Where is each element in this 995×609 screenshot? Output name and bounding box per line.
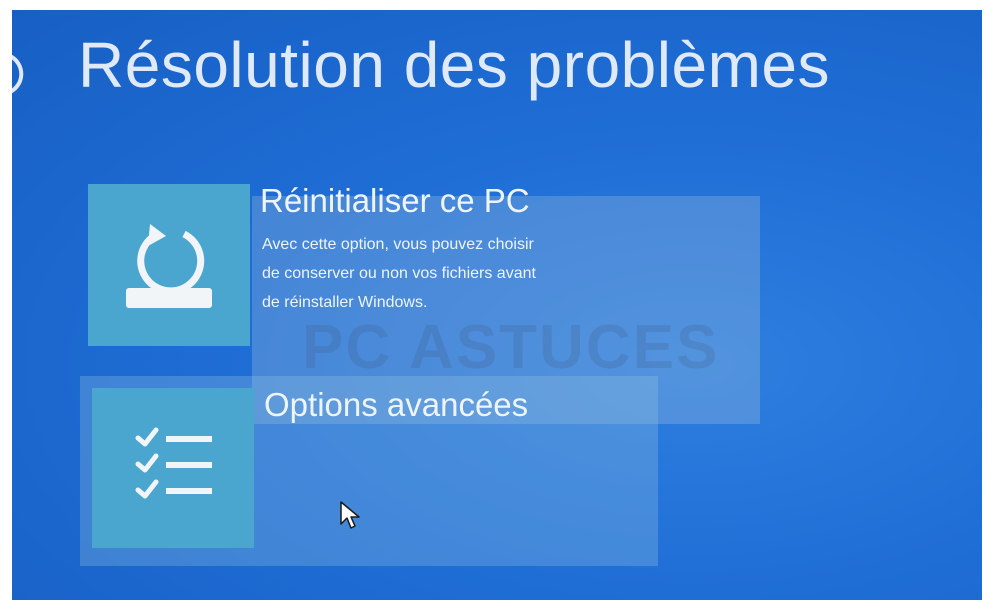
- reset-pc-description-line: de conserver ou non vos fichiers avant: [262, 265, 536, 282]
- checklist-icon: [135, 427, 212, 499]
- back-arrow-icon[interactable]: [12, 52, 32, 96]
- watermark: PC ASTUCES: [302, 313, 720, 382]
- reset-pc-tile[interactable]: [88, 184, 250, 346]
- mouse-cursor-icon: [340, 501, 360, 529]
- page-title: Résolution des problèmes: [78, 29, 830, 101]
- reset-pc-description: Avec cette option, vous pouvez choisir d…: [262, 230, 642, 317]
- advanced-options-title[interactable]: Options avancées: [264, 386, 528, 424]
- advanced-options-tile[interactable]: [92, 388, 254, 548]
- reset-pc-description-line: Avec cette option, vous pouvez choisir: [262, 236, 534, 253]
- reset-pc-icon: [126, 224, 212, 308]
- troubleshoot-screen: Résolution des problèmes Réinitialiser c…: [12, 10, 982, 600]
- reset-pc-title[interactable]: Réinitialiser ce PC: [260, 182, 530, 220]
